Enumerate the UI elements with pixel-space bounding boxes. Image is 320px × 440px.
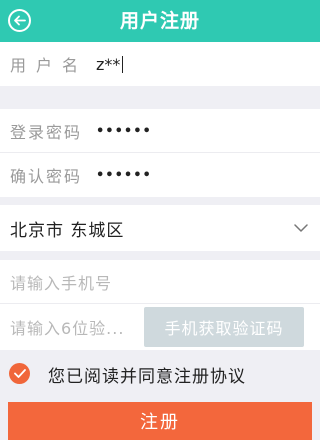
get-code-button[interactable]: 手机获取验证码 — [144, 307, 304, 347]
register-button[interactable]: 注册 — [8, 402, 312, 440]
header-bar: 用户注册 — [0, 0, 320, 42]
agreement-text[interactable]: 您已阅读并同意注册协议 — [48, 352, 246, 396]
password-label: 登录密码 — [10, 123, 83, 142]
code-row[interactable]: 请输入6位验... 手机获取验证码 — [0, 304, 320, 350]
region-selector[interactable]: 北京市 东城区 — [0, 205, 320, 251]
phone-row[interactable]: 请输入手机号 — [0, 260, 320, 304]
check-icon — [13, 369, 26, 378]
password-field[interactable]: •••••• — [96, 109, 152, 153]
confirm-password-row[interactable]: 确认密码 •••••• — [0, 153, 320, 197]
back-arrow-icon — [14, 15, 26, 26]
confirm-password-label: 确认密码 — [10, 167, 83, 186]
password-row[interactable]: 登录密码 •••••• — [0, 109, 320, 153]
phone-input[interactable]: 请输入手机号 — [10, 260, 112, 304]
chevron-down-icon — [294, 224, 308, 232]
agreement-checkbox[interactable] — [9, 363, 30, 384]
page-title: 用户注册 — [119, 10, 200, 32]
username-value: z** — [96, 54, 121, 74]
username-label: 用户名 — [10, 56, 89, 75]
username-row[interactable]: 用户名 z** — [0, 42, 320, 86]
confirm-password-field[interactable]: •••••• — [96, 153, 152, 197]
text-caret — [122, 55, 124, 73]
code-input[interactable]: 请输入6位验... — [10, 304, 124, 350]
chevron-wrap — [294, 205, 308, 251]
register-screen: 用户注册 用户名 z** 登录密码 •••••• 确认密码 •••••• 北京市… — [0, 0, 320, 440]
username-field[interactable]: z** — [96, 42, 124, 86]
back-button[interactable] — [8, 9, 31, 32]
region-value: 北京市 东城区 — [10, 220, 125, 241]
